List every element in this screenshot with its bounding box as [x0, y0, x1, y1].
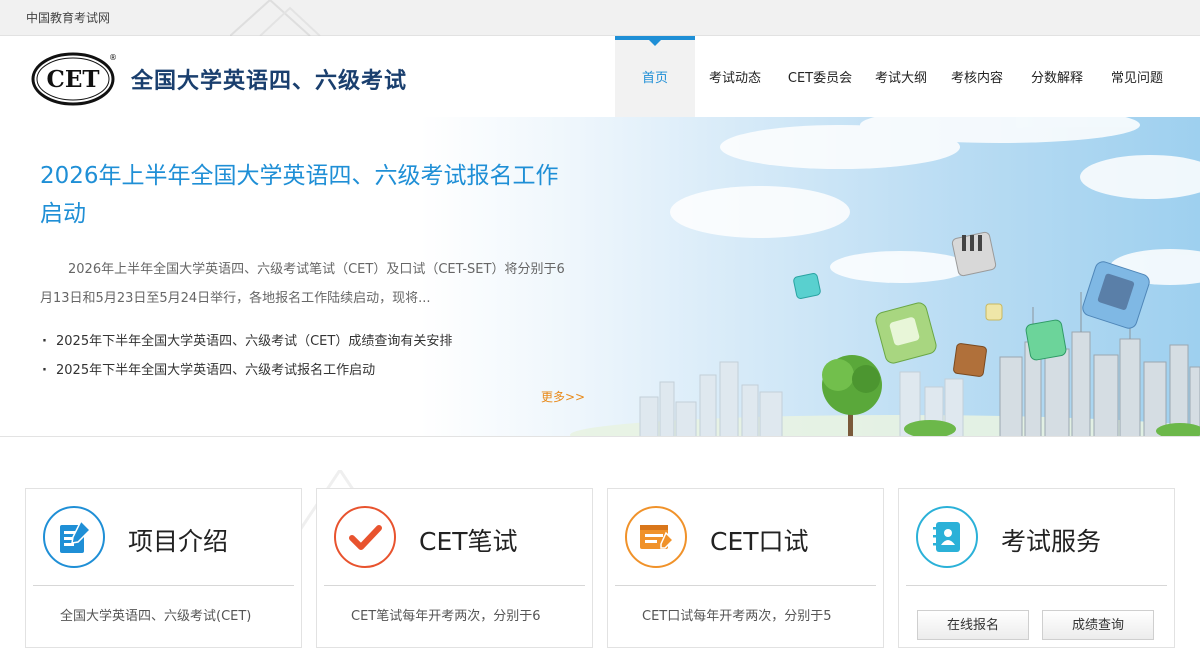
card-title: 考试服务 — [1001, 527, 1102, 556]
background-triangle-decoration — [230, 0, 321, 36]
nav-item-cet-committee[interactable]: CET委员会 — [775, 36, 865, 117]
nav-item-score-explanation[interactable]: 分数解释 — [1017, 36, 1097, 117]
header: CET ® 全国大学英语四、六级考试 首页 考试动态 CET委员会 考试大纲 考… — [0, 36, 1200, 117]
site-title: 全国大学英语四、六级考试 — [131, 69, 408, 94]
feature-cards: 项目介绍 全国大学英语四、六级考试(CET) CET笔试 CET笔试每年开考两次… — [25, 488, 1175, 648]
nav-item-assessment[interactable]: 考核内容 — [937, 36, 1017, 117]
screen-pen-icon — [625, 506, 687, 568]
card-title: 项目介绍 — [128, 527, 229, 556]
card-project-intro[interactable]: 项目介绍 全国大学英语四、六级考试(CET) — [25, 488, 302, 648]
card-description: CET口试每年开考两次，分别于5 — [642, 609, 832, 624]
main-nav: 首页 考试动态 CET委员会 考试大纲 考核内容 分数解释 常见问题 — [615, 36, 1177, 117]
card-cet-written[interactable]: CET笔试 CET笔试每年开考两次，分别于6 — [316, 488, 593, 648]
card-title: CET笔试 — [419, 527, 518, 556]
registered-mark: ® — [109, 53, 117, 62]
nav-item-exam-news[interactable]: 考试动态 — [695, 36, 775, 117]
contact-book-icon — [916, 506, 978, 568]
card-divider — [33, 585, 294, 586]
card-description: CET笔试每年开考两次，分别于6 — [351, 609, 541, 624]
online-registration-button[interactable]: 在线报名 — [917, 610, 1029, 640]
card-cet-oral[interactable]: CET口试 CET口试每年开考两次，分别于5 — [607, 488, 884, 648]
score-inquiry-button[interactable]: 成绩查询 — [1042, 610, 1154, 640]
nav-item-home[interactable]: 首页 — [615, 36, 695, 117]
card-divider — [324, 585, 585, 586]
card-divider — [615, 585, 876, 586]
logo-text: CET — [47, 66, 100, 93]
nav-item-faq[interactable]: 常见问题 — [1097, 36, 1177, 117]
card-divider — [906, 585, 1167, 586]
cet-logo[interactable]: CET ® — [30, 51, 120, 107]
more-news-link[interactable]: 更多>> — [541, 388, 585, 405]
news-banner: 2026年上半年全国大学英语四、六级考试报名工作启动 2026年上半年全国大学英… — [0, 117, 1200, 437]
card-title: CET口试 — [710, 527, 809, 556]
site-link[interactable]: 中国教育考试网 — [26, 9, 110, 26]
news-item[interactable]: 2025年下半年全国大学英语四、六级考试报名工作启动 — [42, 356, 562, 385]
card-exam-services[interactable]: 考试服务 在线报名 成绩查询 — [898, 488, 1175, 648]
checkmark-icon — [334, 506, 396, 568]
top-bar: 中国教育考试网 — [0, 0, 1200, 36]
featured-summary: 2026年上半年全国大学英语四、六级考试笔试（CET）及口试（CET-SET）将… — [40, 262, 565, 306]
document-edit-icon — [43, 506, 105, 568]
nav-item-syllabus[interactable]: 考试大纲 — [865, 36, 937, 117]
featured-headline[interactable]: 2026年上半年全国大学英语四、六级考试报名工作启动 — [40, 157, 570, 233]
news-list: 2025年下半年全国大学英语四、六级考试（CET）成绩查询有关安排 2025年下… — [42, 327, 562, 385]
news-item[interactable]: 2025年下半年全国大学英语四、六级考试（CET）成绩查询有关安排 — [42, 327, 562, 356]
card-description: 全国大学英语四、六级考试(CET) — [60, 609, 252, 624]
cet-logo-icon: CET ® — [31, 52, 117, 106]
